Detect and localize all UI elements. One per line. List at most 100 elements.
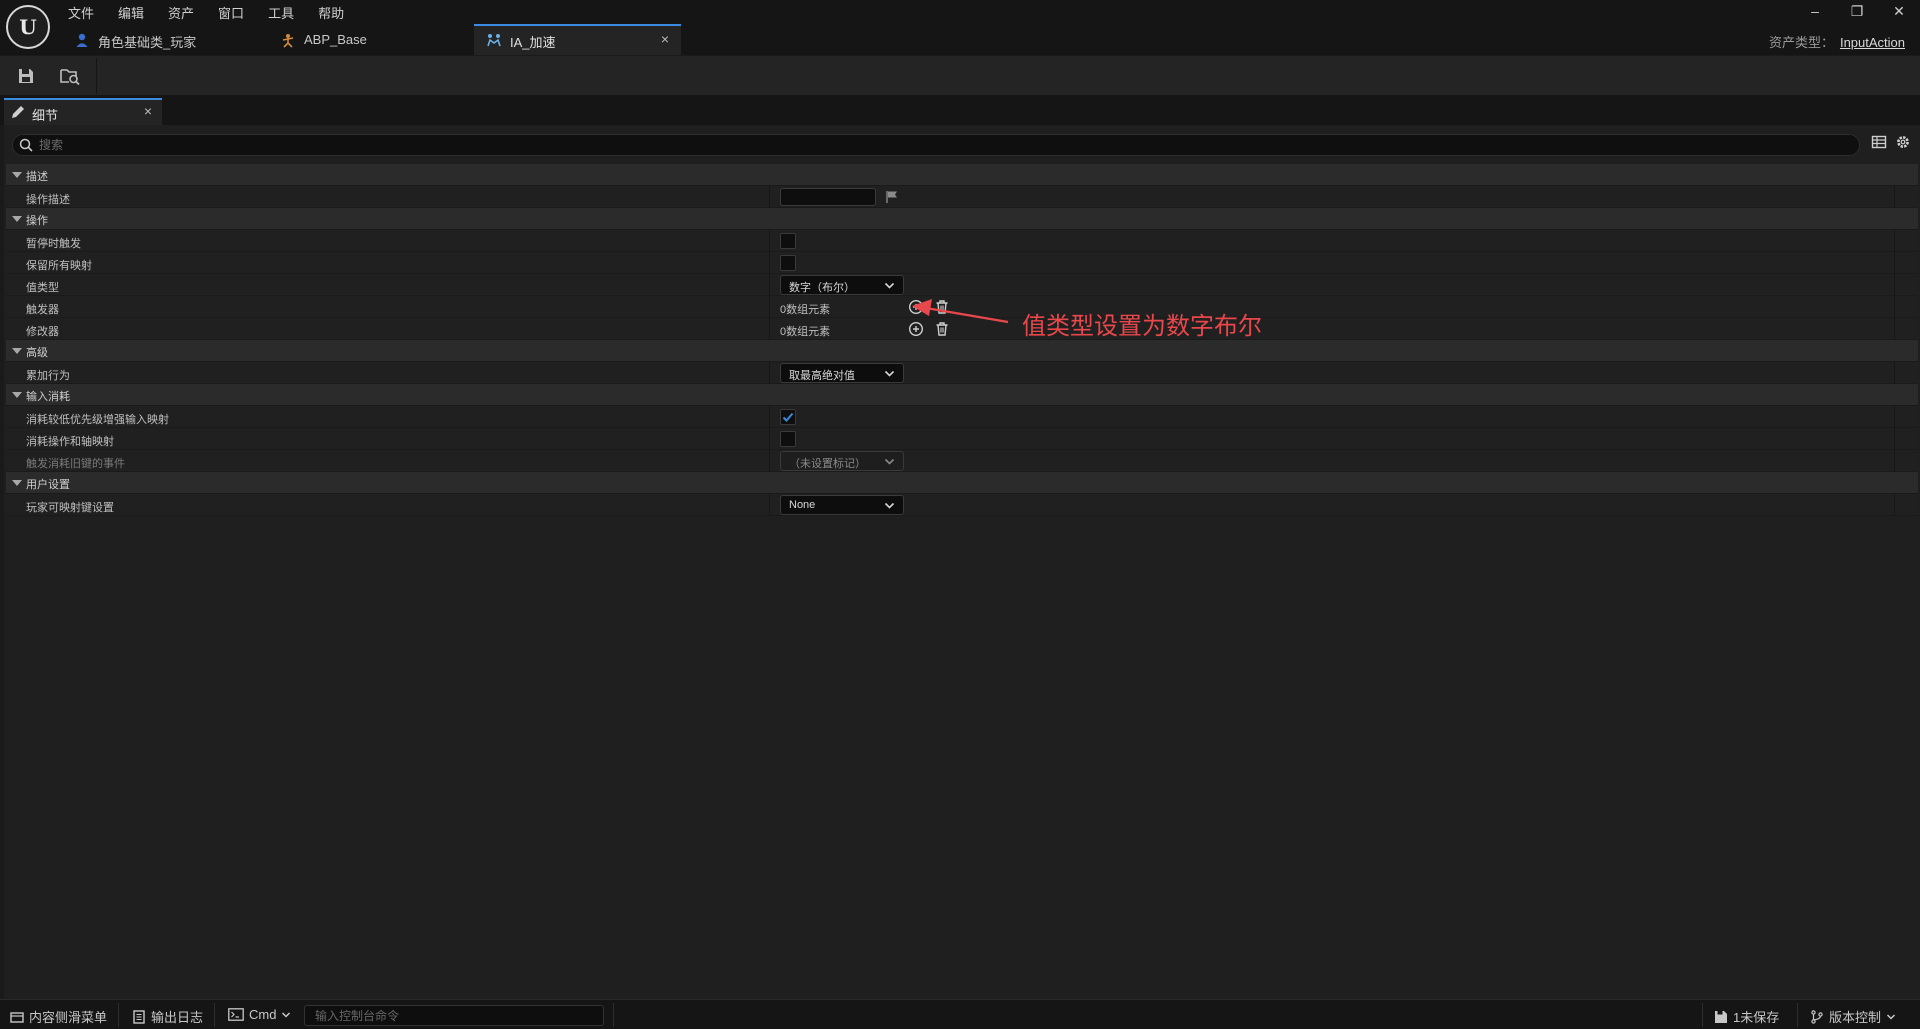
unsaved-button[interactable]: 1未保存 [1714,1007,1779,1026]
menu-tools[interactable]: 工具 [256,0,306,22]
chevron-down-icon [884,458,895,465]
save-button[interactable] [12,64,40,88]
property-label: 累加行为 [26,370,70,382]
column-divider[interactable] [769,186,770,208]
status-separator [1797,1003,1798,1027]
tab-label: 细节 [32,108,59,123]
row-edge [1894,450,1895,472]
close-tab-icon[interactable]: × [661,31,669,47]
accumulation-behavior-dropdown[interactable]: 取最高绝对值 [780,363,904,383]
column-divider[interactable] [769,450,770,472]
source-control-button[interactable]: 版本控制 [1810,1007,1896,1026]
category-input-consumption[interactable]: 输入消耗 [6,384,1918,406]
cmd-selector[interactable]: Cmd [228,1007,291,1022]
save-icon [19,69,33,83]
menu-help[interactable]: 帮助 [306,0,356,22]
property-label: 操作描述 [26,194,70,206]
tab-label: ABP_Base [304,32,367,47]
tab-character-blueprint[interactable]: 角色基础类_玩家 [62,24,268,55]
category-description[interactable]: 描述 [6,164,1918,186]
content-drawer-button[interactable]: 内容侧滑菜单 [10,1007,107,1026]
property-reserve-all-mappings: 保留所有映射 [6,252,1918,274]
status-bar: 内容侧滑菜单 输出日志 Cmd 1未保存 [0,999,1920,1029]
status-separator [214,1003,215,1027]
row-edge [1894,230,1895,252]
tab-abp-base[interactable]: ABP_Base [268,24,474,55]
row-edge [1894,494,1895,516]
trigger-legacy-events-dropdown: （未设置标记） [780,451,904,471]
trigger-when-paused-checkbox[interactable] [780,233,796,249]
tab-ia-accelerate[interactable]: IA_加速 × [474,24,681,55]
menu-window[interactable]: 窗口 [206,0,256,22]
consume-lower-priority-checkbox[interactable] [780,409,796,425]
collapse-caret-icon[interactable] [12,348,22,354]
value-type-dropdown[interactable]: 数字（布尔） [780,275,904,295]
column-divider[interactable] [769,428,770,450]
browse-to-asset-button[interactable] [56,64,84,88]
source-control-label: 版本控制 [1829,1010,1882,1025]
search-input[interactable] [39,136,1839,154]
menu-edit[interactable]: 编辑 [106,0,156,22]
unreal-logo-icon[interactable]: U [6,5,50,49]
category-label: 操作 [26,215,48,227]
output-log-button[interactable]: 输出日志 [132,1007,203,1026]
tab-label: 角色基础类_玩家 [98,35,197,50]
consume-action-axis-checkbox[interactable] [780,431,796,447]
content-drawer-icon [10,1011,24,1023]
status-separator [118,1003,119,1027]
console-command-input[interactable] [304,1005,604,1026]
column-divider[interactable] [769,252,770,274]
asset-type-indicator: 资产类型： InputAction [1769,32,1905,51]
browse-to-asset-icon [60,69,80,85]
category-label: 描述 [26,171,48,183]
collapse-caret-icon[interactable] [12,392,22,398]
column-divider[interactable] [769,296,770,318]
close-tab-icon[interactable]: × [144,103,152,119]
menu-file[interactable]: 文件 [56,0,106,22]
minimize-button[interactable]: – [1794,0,1836,22]
collapse-caret-icon[interactable] [12,216,22,222]
property-label: 消耗较低优先级增强输入映射 [26,414,169,426]
gear-icon[interactable] [1895,134,1911,150]
document-tabs: 角色基础类_玩家 ABP_Base IA_加速 × [62,24,681,55]
array-element-count: 0数组元素 [780,304,831,316]
player-mappable-settings-dropdown[interactable]: None [780,495,904,515]
reserve-all-mappings-checkbox[interactable] [780,255,796,271]
close-window-button[interactable]: ✕ [1878,0,1920,22]
localization-flag-icon[interactable] [885,190,899,204]
asset-toolbar [0,55,1920,95]
asset-type-link[interactable]: InputAction [1840,35,1905,50]
row-edge [1894,318,1895,340]
log-icon [133,1009,145,1024]
column-divider[interactable] [769,406,770,428]
restore-button[interactable]: ❐ [1836,0,1878,22]
column-divider[interactable] [769,494,770,516]
column-divider[interactable] [769,230,770,252]
search-bar [12,134,1860,156]
category-action[interactable]: 操作 [6,208,1918,230]
category-label: 输入消耗 [26,391,70,403]
action-description-field[interactable] [780,188,876,206]
tab-details[interactable]: 细节 × [4,98,162,125]
column-divider[interactable] [769,318,770,340]
category-user-settings[interactable]: 用户设置 [6,472,1918,494]
output-log-label: 输出日志 [151,1010,204,1025]
property-value-type: 值类型 数字（布尔） [6,274,1918,296]
table-view-icon[interactable] [1871,134,1887,150]
details-panel: 描述 操作描述 操作 暂停时触发 [4,125,1920,999]
collapse-caret-icon[interactable] [12,172,22,178]
column-divider[interactable] [769,362,770,384]
status-separator [1702,1003,1703,1027]
dropdown-value: 数字（布尔） [789,282,855,294]
row-edge [1894,428,1895,450]
property-action-description: 操作描述 [6,186,1918,208]
column-divider[interactable] [769,274,770,296]
property-label: 修改器 [26,326,59,338]
animation-blueprint-icon [282,34,294,48]
unsaved-label: 1未保存 [1733,1010,1780,1025]
menu-asset[interactable]: 资产 [156,0,206,22]
property-consume-action-axis: 消耗操作和轴映射 [6,428,1918,450]
collapse-caret-icon[interactable] [12,480,22,486]
category-advanced[interactable]: 高级 [6,340,1918,362]
category-label: 用户设置 [26,479,70,491]
